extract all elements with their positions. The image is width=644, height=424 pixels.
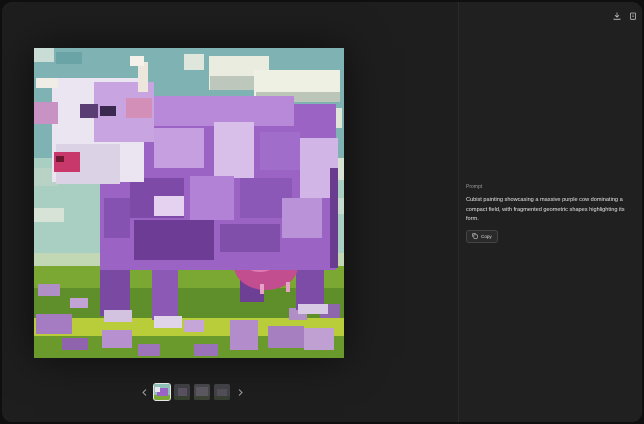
- thumbnail-1[interactable]: [153, 383, 171, 401]
- main-image[interactable]: [34, 48, 344, 358]
- chevron-left-icon[interactable]: [138, 384, 150, 400]
- toolbar: [612, 11, 637, 20]
- share-icon[interactable]: [628, 11, 637, 20]
- thumbnail-strip: [138, 383, 246, 401]
- prompt-label: Prompt: [466, 184, 483, 190]
- thumbnail-4[interactable]: [214, 384, 230, 400]
- prompt-section: Prompt Cubist painting showcasing a mass…: [466, 184, 636, 244]
- copy-icon: [472, 232, 478, 240]
- image-viewer: [2, 2, 458, 422]
- thumbnail-3[interactable]: [194, 384, 210, 400]
- app-window: Prompt Cubist painting showcasing a mass…: [2, 2, 642, 422]
- copy-button[interactable]: Copy: [466, 229, 498, 243]
- thumbnail-2[interactable]: [174, 384, 190, 400]
- copy-label: Copy: [481, 233, 492, 239]
- download-icon[interactable]: [612, 11, 621, 20]
- chevron-right-icon[interactable]: [234, 384, 246, 400]
- prompt-text: Cubist painting showcasing a massive pur…: [466, 197, 625, 222]
